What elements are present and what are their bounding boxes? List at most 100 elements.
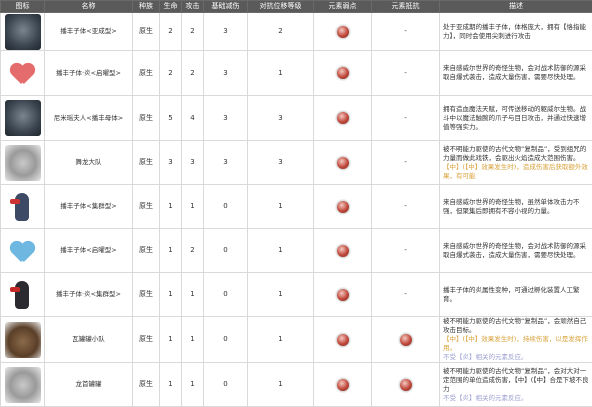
col-atk: 攻击 <box>182 1 204 13</box>
enemy-hp: 3 <box>160 141 182 185</box>
enemy-race: 原生 <box>133 273 160 317</box>
enemy-hp: 5 <box>160 96 182 141</box>
enemy-desc-note: 不受【炎】相关的元素反应。 <box>443 353 589 362</box>
enemy-race: 原生 <box>133 51 160 96</box>
enemy-resist: - <box>372 51 440 96</box>
dragon-pot-icon <box>5 367 41 403</box>
enemy-desc: 来自感威尔世界的奇怪生物，会对战术防御的源采取自爆式袭击，造成大量伤害，需要尽快… <box>443 64 589 82</box>
red-bird-icon <box>5 277 41 313</box>
col-hp: 生命 <box>160 1 182 13</box>
enemy-race: 原生 <box>133 96 160 141</box>
enemy-level: 3 <box>248 96 314 141</box>
enemy-hp: 1 <box>160 363 182 407</box>
enemy-level: 2 <box>248 13 314 51</box>
enemy-def: 3 <box>204 13 248 51</box>
col-level: 对抗位移等级 <box>248 1 314 13</box>
table-row: 播丰子体<启曜型> 原生 1 2 0 1 - 来自感威尔世界的奇怪生物，会对战术… <box>1 229 592 273</box>
enemy-hp: 1 <box>160 185 182 229</box>
fire-element-icon <box>336 333 350 347</box>
enemy-desc-highlight: 【中】(【中】效果发生时)，持续伤害，以是发挥作用。 <box>443 335 589 353</box>
enemy-desc-highlight: 【中】(【中】效果发生时)，造成伤害后获取额外效果，有可能 <box>443 163 589 181</box>
enemy-def: 0 <box>204 185 248 229</box>
enemy-race: 原生 <box>133 141 160 185</box>
enemy-atk: 3 <box>182 141 204 185</box>
enemy-resist: - <box>372 185 440 229</box>
dark-beast-icon <box>5 14 41 50</box>
clay-pot-icon <box>5 322 41 358</box>
table-row: 尼米瑶夫人<播丰母体> 原生 5 4 3 3 - 拥有造血魔法天赋，可传送移动的… <box>1 96 592 141</box>
fire-element-icon <box>336 25 350 39</box>
enemy-name: 播丰子体·炎<集群型> <box>45 273 133 317</box>
enemy-table: 图标 名称 种族 生命 攻击 基础减伤 对抗位移等级 元素弱点 元素抵抗 描述 … <box>0 0 592 407</box>
enemy-desc: 拥有造血魔法天赋，可传送移动的躯威尔生物。战斗中以魔法触腕的爪子与目日攻击，并通… <box>443 105 589 132</box>
enemy-name: 龙首罐罐 <box>45 363 133 407</box>
enemy-level: 1 <box>248 229 314 273</box>
table-row: 播丰子体·炎<启曜型> 原生 2 2 3 1 - 来自感威尔世界的奇怪生物，会对… <box>1 51 592 96</box>
table-row: 龙首罐罐 原生 1 1 0 1 被不明能力驱使的古代文物“复制品”，会对大对一定… <box>1 363 592 407</box>
dragon-dance-icon <box>5 145 41 181</box>
fire-element-icon <box>336 200 350 214</box>
enemy-desc-note: 不受【炎】相关的元素反应。 <box>443 394 589 403</box>
enemy-resist: - <box>372 141 440 185</box>
enemy-name: 播丰子体<集群型> <box>45 185 133 229</box>
enemy-atk: 1 <box>182 273 204 317</box>
fire-element-icon <box>336 156 350 170</box>
enemy-race: 原生 <box>133 317 160 363</box>
enemy-level: 1 <box>248 363 314 407</box>
blue-bird-icon <box>5 189 41 225</box>
table-row: 舞龙大队 原生 3 3 3 3 - 被不明能力驱使的古代文物“复制品”，受到组咒… <box>1 141 592 185</box>
fire-resist-icon <box>399 333 413 347</box>
enemy-atk: 2 <box>182 51 204 96</box>
col-weakness: 元素弱点 <box>314 1 372 13</box>
enemy-name: 尼米瑶夫人<播丰母体> <box>45 96 133 141</box>
enemy-level: 1 <box>248 317 314 363</box>
enemy-name: 瓦罐罐小队 <box>45 317 133 363</box>
table-row: 播丰子体<集群型> 原生 1 1 0 1 - 来自感威尔世界的奇怪生物，虽然单体… <box>1 185 592 229</box>
enemy-resist: - <box>372 229 440 273</box>
enemy-atk: 1 <box>182 363 204 407</box>
fire-element-icon <box>336 66 350 80</box>
enemy-desc: 播丰子体的炎属性变种，可通过孵化装置人工繁育。 <box>443 286 589 304</box>
enemy-atk: 1 <box>182 185 204 229</box>
enemy-level: 1 <box>248 185 314 229</box>
enemy-race: 原生 <box>133 229 160 273</box>
enemy-atk: 1 <box>182 317 204 363</box>
table-row: 播丰子体<亚成型> 原生 2 2 3 2 - 处于亚成期的播丰子体，体格庞大，拥… <box>1 13 592 51</box>
enemy-desc: 处于亚成期的播丰子体，体格庞大，拥有【恪指能力】，同时会使用尖刺进行攻击 <box>443 23 589 41</box>
enemy-def: 3 <box>204 51 248 96</box>
col-race: 种族 <box>133 1 160 13</box>
enemy-level: 1 <box>248 51 314 96</box>
enemy-name: 播丰子体·炎<启曜型> <box>45 51 133 96</box>
dark-matron-icon <box>5 100 41 136</box>
enemy-def: 0 <box>204 317 248 363</box>
enemy-hp: 1 <box>160 273 182 317</box>
enemy-desc: 被不明能力驱使的古代文物“复制品”，受到组咒的力量而做此戏铁，会驱出火焰造成大范… <box>443 145 589 163</box>
enemy-desc: 被不明能力驱使的古代文物“复制品”，会对大对一定范围的单位造成伤害，【中】(【中… <box>443 367 589 394</box>
enemy-def: 3 <box>204 96 248 141</box>
enemy-race: 原生 <box>133 363 160 407</box>
col-def: 基础减伤 <box>204 1 248 13</box>
enemy-def: 0 <box>204 363 248 407</box>
fire-resist-icon <box>399 378 413 392</box>
enemy-hp: 2 <box>160 13 182 51</box>
fire-element-icon <box>336 111 350 125</box>
enemy-resist: - <box>372 96 440 141</box>
enemy-hp: 2 <box>160 51 182 96</box>
table-row: 播丰子体·炎<集群型> 原生 1 1 0 1 - 播丰子体的炎属性变种，可通过孵… <box>1 273 592 317</box>
blue-heart-icon <box>5 233 41 269</box>
fire-element-icon <box>336 288 350 302</box>
red-heart-icon <box>5 55 41 91</box>
enemy-atk: 2 <box>182 229 204 273</box>
enemy-hp: 1 <box>160 229 182 273</box>
enemy-desc: 被不明能力驱使的古代文物“复制品”，会顽然自己攻击目标。 <box>443 317 589 335</box>
enemy-def: 0 <box>204 229 248 273</box>
enemy-race: 原生 <box>133 13 160 51</box>
enemy-level: 1 <box>248 273 314 317</box>
enemy-atk: 2 <box>182 13 204 51</box>
col-desc: 描述 <box>440 1 592 13</box>
header-row: 图标 名称 种族 生命 攻击 基础减伤 对抗位移等级 元素弱点 元素抵抗 描述 <box>1 1 592 13</box>
enemy-desc: 来自感威尔世界的奇怪生物，会对战术防御的源采取自爆式袭击，造成大量伤害，需要尽快… <box>443 242 589 260</box>
enemy-race: 原生 <box>133 185 160 229</box>
enemy-resist: - <box>372 13 440 51</box>
enemy-atk: 4 <box>182 96 204 141</box>
